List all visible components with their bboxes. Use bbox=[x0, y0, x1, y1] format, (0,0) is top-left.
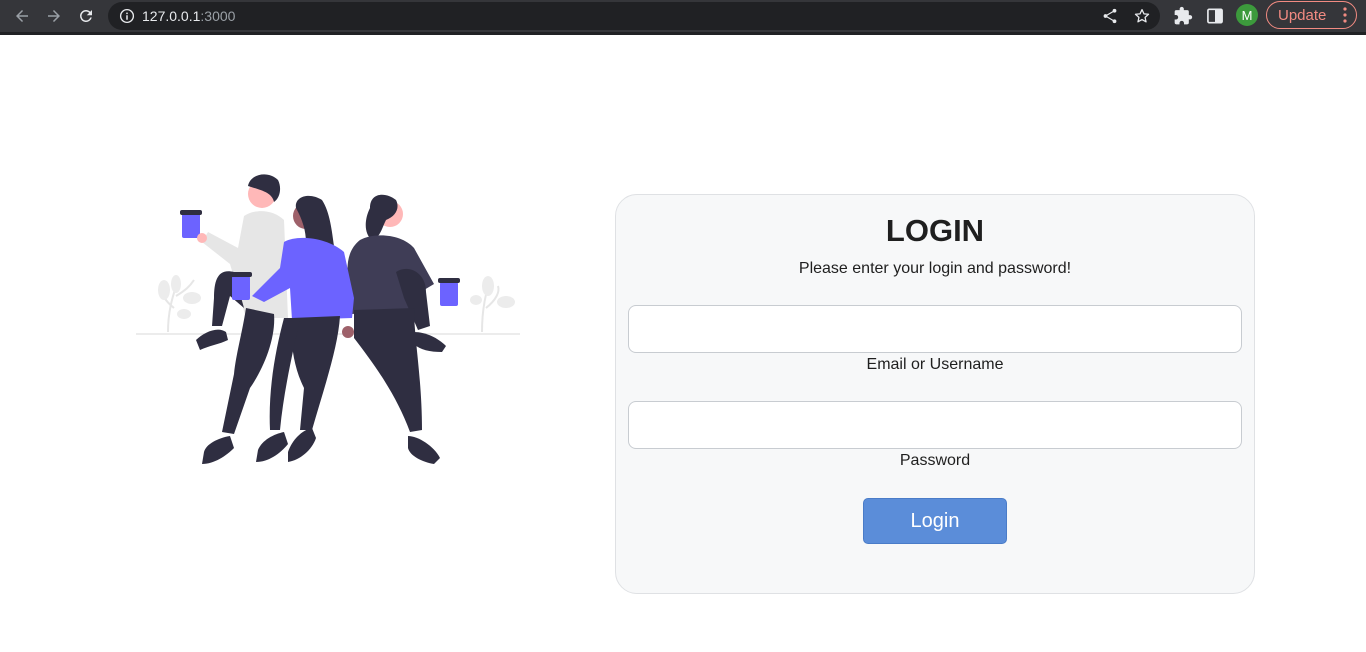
reload-button[interactable] bbox=[74, 4, 98, 28]
update-label: Update bbox=[1278, 6, 1327, 24]
bookmark-star-icon[interactable] bbox=[1133, 7, 1151, 25]
url-host: 127.0.0.1 bbox=[142, 8, 201, 24]
address-bar[interactable]: 127.0.0.1:3000 bbox=[108, 2, 1160, 30]
reload-icon bbox=[80, 10, 92, 22]
toolbar-divider bbox=[0, 32, 1366, 35]
back-button[interactable] bbox=[10, 4, 34, 28]
profile-avatar[interactable]: M bbox=[1236, 4, 1258, 26]
info-icon[interactable] bbox=[118, 7, 136, 25]
arrow-left-icon bbox=[16, 10, 28, 22]
update-button[interactable]: Update bbox=[1266, 1, 1357, 29]
password-label: Password bbox=[899, 452, 971, 469]
arrow-right-icon bbox=[48, 10, 60, 22]
email-username-label: Email or Username bbox=[866, 356, 1004, 373]
side-panel-icon[interactable] bbox=[1205, 6, 1225, 26]
login-card: LOGIN Please enter your login and passwo… bbox=[615, 194, 1255, 594]
people-illustration bbox=[136, 174, 520, 464]
password-input[interactable] bbox=[628, 401, 1242, 449]
email-username-input[interactable] bbox=[628, 305, 1242, 353]
login-subtitle: Please enter your login and password! bbox=[798, 260, 1072, 277]
share-icon[interactable] bbox=[1101, 7, 1119, 25]
login-title: LOGIN bbox=[885, 213, 985, 248]
login-button[interactable]: Login bbox=[863, 498, 1007, 544]
more-vert-icon bbox=[1343, 7, 1347, 23]
browser-toolbar: 127.0.0.1:3000 M Update bbox=[0, 0, 1366, 32]
url-text[interactable]: 127.0.0.1:3000 bbox=[142, 8, 235, 24]
extensions-puzzle-icon[interactable] bbox=[1173, 6, 1193, 26]
forward-button[interactable] bbox=[42, 4, 66, 28]
url-port: :3000 bbox=[200, 8, 236, 24]
